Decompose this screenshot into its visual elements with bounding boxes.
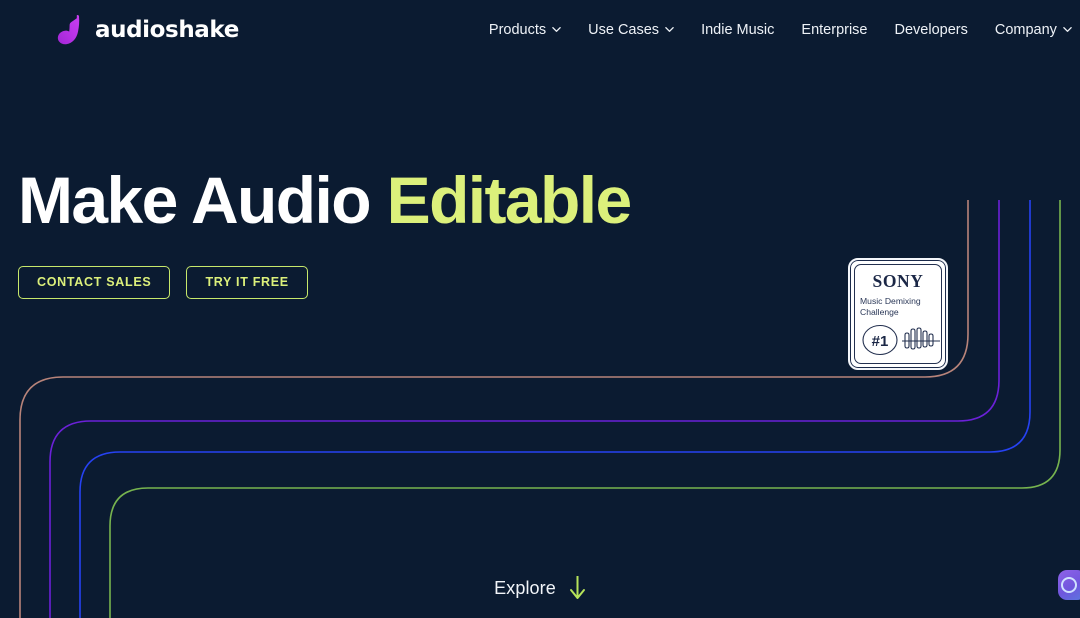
- nav-label-company: Company: [994, 21, 1057, 38]
- nav-item-enterprise[interactable]: Enterprise: [801, 23, 867, 38]
- chat-bubble-icon: [1061, 577, 1077, 593]
- main-navigation: Products Use Cases Indie Music Enterpris…: [489, 23, 1072, 38]
- sony-badge-subtitle: Music Demixing Challenge: [860, 296, 936, 318]
- sony-subtitle-line1: Music Demixing: [860, 295, 921, 306]
- nav-label-indie-music: Indie Music: [701, 21, 775, 38]
- chevron-down-icon: [1063, 26, 1072, 32]
- audioshake-note-icon: [57, 14, 80, 45]
- brand-logo[interactable]: audioshake: [57, 14, 239, 46]
- chevron-down-icon: [665, 26, 674, 32]
- sony-brand-text: SONY: [872, 271, 924, 291]
- chevron-down-icon: [552, 26, 561, 32]
- waveform-icon: [902, 327, 940, 350]
- nav-label-products: Products: [488, 21, 547, 38]
- sony-rank-graphic: #1: [862, 324, 940, 356]
- cta-button-row: CONTACT SALES TRY IT FREE: [18, 266, 308, 299]
- explore-label: Explore: [494, 577, 556, 598]
- site-header: audioshake Products Use Cases Indie Musi…: [0, 0, 1080, 60]
- try-it-free-button[interactable]: TRY IT FREE: [186, 266, 308, 299]
- brand-name: audioshake: [95, 16, 239, 43]
- nav-label-developers: Developers: [894, 21, 968, 38]
- headline-lead: Make Audio: [18, 163, 387, 237]
- sony-subtitle-line2: Challenge: [860, 306, 899, 317]
- explore-scroll-cue[interactable]: Explore: [0, 575, 1080, 601]
- sony-badge-inner: SONY Music Demixing Challenge #1: [854, 264, 942, 364]
- hero-section: Make Audio Editable CONTACT SALES TRY IT…: [0, 0, 1080, 618]
- page-title: Make Audio Editable: [18, 163, 633, 237]
- arrow-down-icon: [569, 576, 585, 599]
- nav-label-use-cases: Use Cases: [588, 21, 660, 38]
- contact-sales-button[interactable]: CONTACT SALES: [18, 266, 171, 299]
- sony-demixing-badge: SONY Music Demixing Challenge #1: [848, 258, 948, 370]
- nav-label-enterprise: Enterprise: [801, 21, 868, 38]
- nav-item-company[interactable]: Company: [995, 23, 1072, 38]
- nav-item-use-cases[interactable]: Use Cases: [588, 23, 674, 38]
- chat-widget-button[interactable]: [1058, 570, 1080, 600]
- nav-item-developers[interactable]: Developers: [895, 23, 968, 38]
- nav-item-products[interactable]: Products: [489, 23, 561, 38]
- svg-text:#1: #1: [872, 333, 889, 350]
- nav-item-indie-music[interactable]: Indie Music: [701, 23, 774, 38]
- headline-accent: Editable: [386, 163, 633, 237]
